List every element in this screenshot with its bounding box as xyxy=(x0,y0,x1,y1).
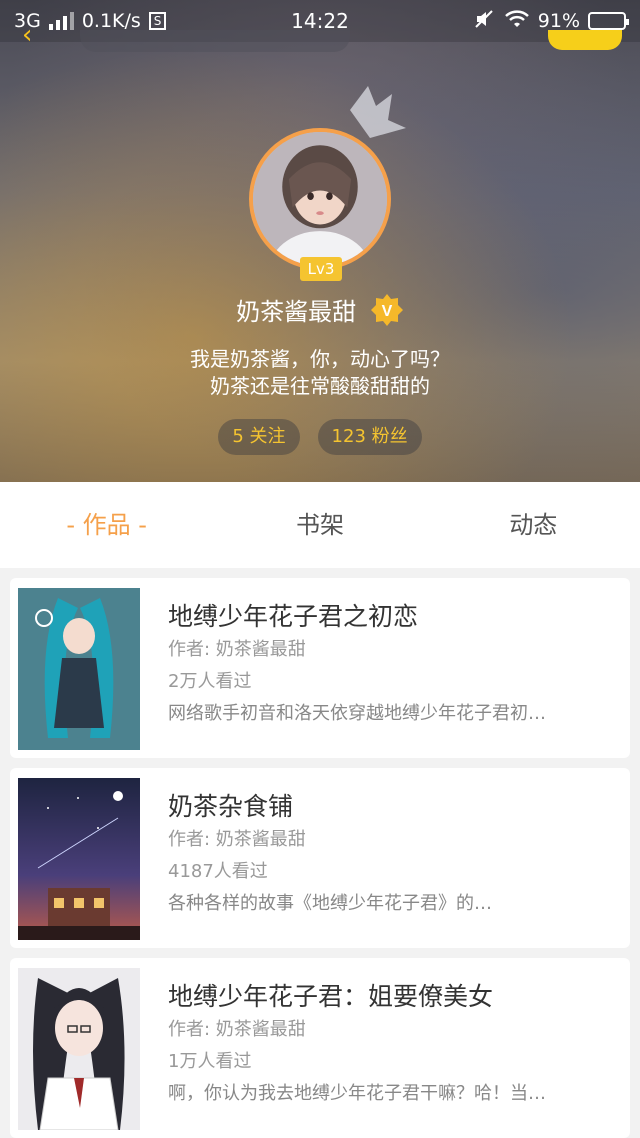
verified-icon: V xyxy=(370,293,403,326)
search-bar[interactable] xyxy=(80,30,350,52)
back-button[interactable]: ‹ xyxy=(22,22,44,48)
work-cover xyxy=(18,778,140,940)
battery-percent: 91% xyxy=(537,10,580,32)
battery-icon xyxy=(588,12,629,30)
work-title: 地缚少年花子君之初恋 xyxy=(168,602,419,631)
avatar[interactable] xyxy=(249,128,391,270)
signal-icon xyxy=(48,12,74,30)
work-card[interactable]: 地缚少年花子君之初恋 作者: 奶茶酱最甜 2万人看过 网络歌手初音和洛天依穿越地… xyxy=(10,578,630,758)
work-title: 地缚少年花子君：姐要僚美女 xyxy=(168,982,494,1011)
work-views: 4187人看过 xyxy=(168,861,268,882)
work-cover xyxy=(18,968,140,1130)
work-views: 2万人看过 xyxy=(168,671,252,692)
work-author: 作者: 奶茶酱最甜 xyxy=(168,639,306,660)
username-row: 奶茶酱最甜 V xyxy=(0,292,640,327)
avatar-image xyxy=(253,132,387,266)
work-card[interactable]: 地缚少年花子君：姐要僚美女 作者: 奶茶酱最甜 1万人看过 啊，你认为我去地缚少… xyxy=(10,958,630,1138)
username: 奶茶酱最甜 xyxy=(236,298,357,326)
svg-text:V: V xyxy=(381,303,392,320)
work-author: 作者: 奶茶酱最甜 xyxy=(168,829,306,850)
mute-icon xyxy=(474,9,496,34)
tab-bookshelf[interactable]: 书架 xyxy=(213,482,426,568)
work-description: 啊，你认为我去地缚少年花子君干嘛？哈！当… xyxy=(168,1083,546,1104)
followers-pill[interactable]: 123 粉丝 xyxy=(317,419,422,455)
wifi-icon xyxy=(504,9,530,34)
work-card[interactable]: 奶茶杂食铺 作者: 奶茶酱最甜 4187人看过 各种各样的故事《地缚少年花子君》… xyxy=(10,768,630,948)
network-speed: 0.1K/s xyxy=(81,10,141,32)
work-author: 作者: 奶茶酱最甜 xyxy=(168,1019,306,1040)
work-cover xyxy=(18,588,140,750)
bio-line-2: 奶茶还是往常酸酸甜甜的 xyxy=(210,374,430,398)
tab-activity[interactable]: 动态 xyxy=(427,482,640,568)
tab-bar: - 作品 - 书架 动态 xyxy=(0,482,640,568)
tab-works[interactable]: - 作品 - xyxy=(0,482,213,568)
stats-row: 5 关注 123 粉丝 xyxy=(0,419,640,455)
bio-line-1: 我是奶茶酱，你，动心了吗？ xyxy=(190,347,450,371)
work-description: 各种各样的故事《地缚少年花子君》的… xyxy=(168,893,492,914)
bio: 我是奶茶酱，你，动心了吗？ 奶茶还是往常酸酸甜甜的 xyxy=(0,346,640,400)
sim-icon: S xyxy=(148,12,167,30)
following-pill[interactable]: 5 关注 xyxy=(218,419,300,455)
profile-header: 3G 0.1K/s S 14:22 91% ‹ Lv3 奶茶酱最甜 V 我是奶茶… xyxy=(0,0,640,482)
work-description: 网络歌手初音和洛天依穿越地缚少年花子君初… xyxy=(168,703,546,724)
level-badge: Lv3 xyxy=(300,257,342,281)
work-title: 奶茶杂食铺 xyxy=(168,792,294,821)
work-views: 1万人看过 xyxy=(168,1051,252,1072)
follow-button[interactable] xyxy=(548,30,622,50)
